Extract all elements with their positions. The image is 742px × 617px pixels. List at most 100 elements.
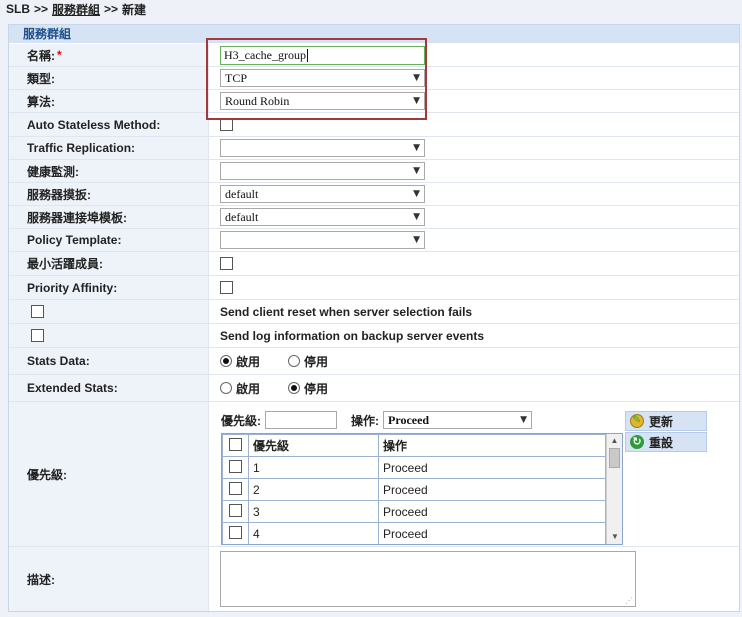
- type-select-value: TCP: [225, 70, 248, 85]
- priority-input[interactable]: [265, 411, 337, 429]
- server-port-template-select[interactable]: default ▼: [220, 208, 425, 226]
- chevron-down-icon: ▼: [413, 189, 420, 199]
- breadcrumb: SLB >> 服務群組 >> 新建: [6, 1, 146, 17]
- client-reset-label: Send client reset when server selection …: [220, 304, 473, 319]
- client-reset-checkbox[interactable]: [31, 305, 44, 318]
- row-algorithm: 算法: Round Robin ▼: [9, 90, 739, 113]
- row-traffic-replication: Traffic Replication: ▼: [9, 137, 739, 160]
- row-name: 名稱: * H3_cache_group: [9, 44, 739, 67]
- breadcrumb-sep: >>: [34, 2, 49, 16]
- type-select[interactable]: TCP ▼: [220, 69, 425, 87]
- scroll-thumb[interactable]: [609, 448, 620, 468]
- text-caret: [306, 48, 308, 62]
- priority-label: 優先級:: [9, 402, 209, 546]
- column-header-action[interactable]: 操作: [378, 434, 606, 457]
- table-row[interactable]: 3 Proceed: [222, 500, 606, 523]
- required-mark: *: [57, 48, 62, 62]
- row-type: 類型: TCP ▼: [9, 67, 739, 90]
- algorithm-select-value: Round Robin: [225, 93, 290, 108]
- auto-stateless-checkbox[interactable]: [220, 118, 233, 131]
- breadcrumb-current: 新建: [122, 2, 147, 17]
- row-checkbox[interactable]: [229, 481, 242, 495]
- row-stats-data: Stats Data: 啟用 停用: [9, 348, 739, 375]
- refresh-icon: ↻: [630, 435, 644, 449]
- priority-affinity-label: Priority Affinity:: [9, 276, 209, 299]
- name-label: 名稱:: [27, 48, 55, 63]
- row-checkbox[interactable]: [229, 459, 242, 473]
- traffic-replication-label: Traffic Replication:: [9, 137, 209, 159]
- name-input[interactable]: H3_cache_group: [220, 45, 425, 65]
- server-template-label: 服務器摸扳:: [9, 183, 209, 205]
- reset-button[interactable]: ↻ 重設: [625, 432, 707, 452]
- send-log-label: Send log information on backup server ev…: [220, 328, 485, 343]
- priority-input-label: 優先級:: [221, 413, 261, 428]
- row-server-port-template: 服務器連接埠模板: default ▼: [9, 206, 739, 229]
- extended-stats-disable-label: 停用: [304, 381, 329, 396]
- table-row[interactable]: 2 Proceed: [222, 478, 606, 501]
- action-select[interactable]: Proceed ▼: [383, 411, 532, 429]
- row-health-monitor: 健康監測: ▼: [9, 160, 739, 183]
- cell-action: Proceed: [378, 478, 606, 501]
- health-monitor-select[interactable]: ▼: [220, 162, 425, 180]
- reset-button-label: 重設: [649, 435, 674, 450]
- table-row[interactable]: 4 Proceed: [222, 522, 606, 544]
- cell-priority: 1: [248, 456, 379, 479]
- row-auto-stateless: Auto Stateless Method:: [9, 113, 739, 137]
- row-checkbox[interactable]: [229, 503, 242, 517]
- row-description: 描述: ⋰: [9, 547, 739, 611]
- cell-action: Proceed: [378, 500, 606, 523]
- chevron-down-icon: ▼: [413, 73, 420, 83]
- health-monitor-label: 健康監測:: [9, 160, 209, 182]
- panel-title: 服務群組: [9, 25, 739, 43]
- traffic-replication-select[interactable]: ▼: [220, 139, 425, 157]
- stats-data-disable-radio[interactable]: [288, 355, 301, 367]
- min-active-checkbox[interactable]: [220, 257, 233, 270]
- auto-stateless-label: Auto Stateless Method:: [9, 113, 209, 136]
- server-template-value: default: [225, 186, 259, 201]
- chevron-down-icon: ▼: [413, 96, 420, 106]
- edit-icon: [630, 413, 644, 428]
- row-min-active: 最小活躍成員:: [9, 252, 739, 276]
- row-policy-template: Policy Template: ▼: [9, 229, 739, 252]
- policy-template-select[interactable]: ▼: [220, 231, 425, 249]
- extended-stats-disable-radio[interactable]: [288, 382, 301, 394]
- server-template-select[interactable]: default ▼: [220, 185, 425, 203]
- description-textarea[interactable]: ⋰: [220, 551, 636, 607]
- select-all-checkbox[interactable]: [229, 437, 242, 451]
- row-checkbox[interactable]: [229, 525, 242, 539]
- table-row[interactable]: 1 Proceed: [222, 456, 606, 479]
- chevron-down-icon: ▼: [413, 166, 420, 176]
- row-server-template: 服務器摸扳: default ▼: [9, 183, 739, 206]
- breadcrumb-sep: >>: [104, 2, 119, 16]
- breadcrumb-link-service-group[interactable]: 服務群組: [52, 1, 100, 18]
- policy-template-label: Policy Template:: [9, 229, 209, 251]
- description-label: 描述:: [9, 547, 209, 611]
- algorithm-label: 算法:: [9, 90, 209, 112]
- action-label: 操作:: [351, 413, 379, 428]
- stats-data-enable-radio[interactable]: [220, 355, 232, 367]
- row-client-reset: Send client reset when server selection …: [9, 300, 739, 324]
- table-scrollbar[interactable]: ▲ ▼: [606, 434, 622, 544]
- extended-stats-enable-radio[interactable]: [220, 382, 232, 394]
- chevron-down-icon: ▼: [413, 212, 420, 222]
- type-label: 類型:: [9, 67, 209, 89]
- cell-priority: 3: [248, 500, 379, 523]
- update-button[interactable]: 更新: [625, 411, 707, 431]
- priority-affinity-checkbox[interactable]: [220, 281, 233, 294]
- cell-action: Proceed: [378, 522, 606, 544]
- column-header-priority[interactable]: 優先級: [248, 434, 379, 457]
- algorithm-select[interactable]: Round Robin ▼: [220, 92, 425, 110]
- scroll-up-icon[interactable]: ▲: [607, 434, 622, 448]
- priority-controls: 優先級: 操作: Proceed ▼: [221, 411, 532, 429]
- server-port-template-value: default: [225, 209, 259, 224]
- stats-data-disable-label: 停用: [304, 354, 329, 369]
- stats-data-enable-label: 啟用: [236, 354, 261, 369]
- stats-data-label: Stats Data:: [9, 348, 209, 374]
- table-header-row: 優先級 操作: [222, 434, 606, 457]
- row-send-log: Send log information on backup server ev…: [9, 324, 739, 348]
- cell-action: Proceed: [378, 456, 606, 479]
- scroll-down-icon[interactable]: ▼: [607, 530, 622, 544]
- row-priority-affinity: Priority Affinity:: [9, 276, 739, 300]
- resize-grip-icon[interactable]: ⋰: [625, 596, 633, 605]
- send-log-checkbox[interactable]: [31, 329, 44, 342]
